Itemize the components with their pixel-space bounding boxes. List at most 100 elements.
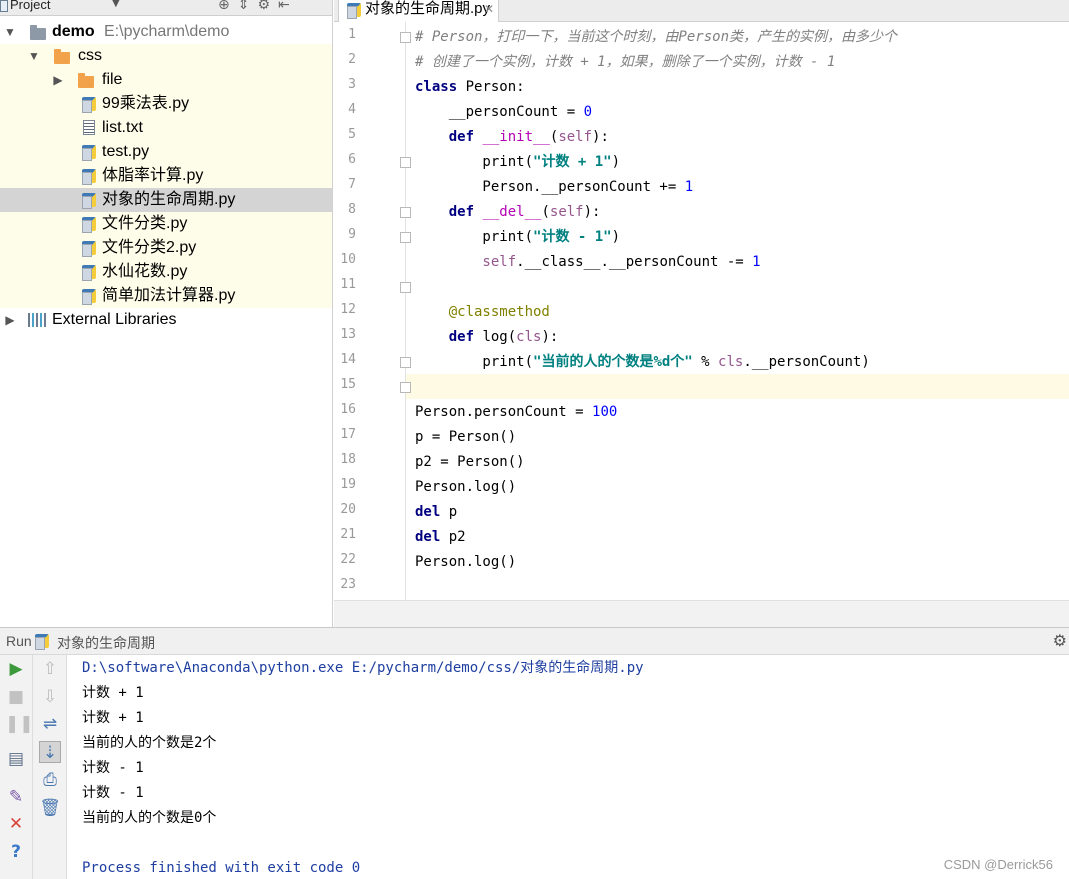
help-icon[interactable]: ? bbox=[5, 841, 27, 863]
run-toolbar-left: ▶ ■ ❚❚ ▤ ✎ ✕ ? bbox=[0, 655, 34, 879]
code-text: p2 bbox=[440, 529, 466, 545]
code-line-21: del p2 bbox=[415, 525, 466, 550]
project-icon bbox=[0, 0, 8, 12]
tree-item-file-py[interactable]: 体脂率计算.py bbox=[0, 164, 332, 188]
line-number: 18 bbox=[340, 452, 356, 467]
run-config-name[interactable]: 对象的生命周期 bbox=[57, 633, 155, 653]
number: 0 bbox=[583, 104, 593, 120]
code-text: % bbox=[692, 354, 719, 370]
close-icon[interactable]: ✕ bbox=[484, 0, 494, 18]
chevron-down-icon[interactable]: ▼ bbox=[28, 44, 40, 68]
code-text: p = Person() bbox=[415, 429, 517, 445]
print-icon[interactable]: ⎙ bbox=[39, 769, 61, 791]
code-text: ( bbox=[541, 204, 550, 220]
console-output[interactable]: D:\software\Anaconda\python.exe E:/pycha… bbox=[67, 655, 1069, 879]
hide-icon[interactable]: ⇤ bbox=[278, 0, 298, 13]
code-text: .__class__.__personCount -= bbox=[516, 254, 753, 270]
console-line: Process finished with exit code 0 bbox=[82, 860, 361, 876]
tree-item-label: 文件分类.py bbox=[102, 215, 188, 232]
tree-item-file-py[interactable]: 简单加法计算器.py bbox=[0, 284, 332, 308]
project-header-label[interactable]: Project bbox=[10, 0, 50, 12]
line-number: 23 bbox=[340, 577, 356, 592]
code-area[interactable]: # Person，打印一下，当前这个时刻，由Person类，产生的实例，由多少个… bbox=[407, 22, 1069, 600]
code-line-7: Person.__personCount += 1 bbox=[415, 175, 693, 200]
line-number: 21 bbox=[340, 527, 356, 542]
tree-item-label: test.py bbox=[102, 143, 150, 160]
line-number: 16 bbox=[340, 402, 356, 417]
code-text: ): bbox=[592, 129, 609, 145]
tree-item-file-py[interactable]: test.py bbox=[0, 140, 332, 164]
line-number: 7 bbox=[348, 177, 356, 192]
keyword: class bbox=[415, 79, 458, 95]
editor-tab-bar: 对象的生命周期.py ✕ bbox=[334, 0, 1069, 22]
editor-tab-label: 对象的生命周期.py bbox=[365, 0, 491, 17]
python-file-icon bbox=[82, 241, 96, 257]
library-icon bbox=[28, 313, 46, 327]
trash-icon[interactable]: 🗑 bbox=[39, 797, 61, 819]
tree-item-label: External Libraries bbox=[52, 311, 177, 328]
tree-item-label: 简单加法计算器.py bbox=[102, 287, 236, 304]
code-line-6: print("计数 + 1") bbox=[415, 150, 620, 175]
python-file-icon bbox=[82, 289, 96, 305]
tree-item-file-py[interactable]: 文件分类2.py bbox=[0, 236, 332, 260]
keyword: def bbox=[415, 329, 475, 345]
tree-item-file-txt[interactable]: list.txt bbox=[0, 116, 332, 140]
editor-bottom-strip bbox=[334, 600, 1069, 627]
line-number: 11 bbox=[340, 277, 356, 292]
close-icon[interactable]: ✕ bbox=[5, 813, 27, 835]
line-number: 20 bbox=[340, 502, 356, 517]
editor-tab[interactable]: 对象的生命周期.py ✕ bbox=[338, 0, 500, 22]
tree-item-label: 体脂率计算.py bbox=[102, 167, 204, 184]
code-line-16: Person.personCount = 100 bbox=[415, 400, 617, 425]
run-label[interactable]: Run bbox=[6, 633, 32, 649]
cls-param: cls bbox=[718, 354, 744, 370]
arrow-down-icon[interactable]: ⇩ bbox=[39, 686, 61, 708]
soft-wrap-icon[interactable]: ⇌ bbox=[39, 713, 61, 735]
stop-icon[interactable]: ■ bbox=[5, 686, 27, 708]
number: 1 bbox=[752, 254, 761, 270]
line-number: 22 bbox=[340, 552, 356, 567]
chevron-down-icon[interactable]: ▼ bbox=[4, 20, 16, 44]
code-text: p2 = Person() bbox=[415, 454, 525, 470]
project-toolbar: ⊕⇕⚙⇤ bbox=[218, 0, 298, 13]
locate-icon[interactable]: ⊕ bbox=[218, 0, 238, 13]
chevron-right-icon[interactable]: ▶ bbox=[4, 308, 16, 332]
code-text: ): bbox=[583, 204, 601, 220]
run-icon[interactable]: ▶ bbox=[5, 658, 27, 680]
tree-item-file-py[interactable]: 文件分类.py bbox=[0, 212, 332, 236]
line-number: 9 bbox=[348, 227, 356, 242]
line-gutter: 1 2 3 4 5 6 7 8 9 10 11 12 13 14 15 16 1… bbox=[334, 22, 411, 600]
chevron-right-icon[interactable]: ▶ bbox=[52, 68, 64, 92]
dropdown-arrow-icon[interactable]: ▼ bbox=[112, 0, 120, 9]
line-number: 8 bbox=[348, 202, 356, 217]
gear-icon[interactable]: ⚙ bbox=[257, 0, 278, 13]
tree-item-file-py[interactable]: 水仙花数.py bbox=[0, 260, 332, 284]
number: 1 bbox=[684, 179, 694, 195]
tree-item-file[interactable]: ▶ file bbox=[0, 68, 332, 92]
tree-item-file-py-selected[interactable]: 对象的生命周期.py bbox=[0, 188, 332, 212]
run-panel-header: Run 对象的生命周期 ⚙ bbox=[0, 627, 1069, 655]
tree-item-label: 对象的生命周期.py bbox=[102, 191, 236, 208]
tree-item-css[interactable]: ▼ css bbox=[0, 44, 332, 68]
code-editor: 对象的生命周期.py ✕ 1 2 3 4 5 6 7 8 9 10 11 12 … bbox=[334, 0, 1069, 627]
code-text: __personCount = bbox=[415, 104, 584, 120]
gear-icon[interactable]: ⚙ bbox=[1053, 631, 1067, 651]
scroll-to-end-icon[interactable]: ⇣ bbox=[39, 741, 61, 763]
code-text: p bbox=[440, 504, 458, 520]
tree-item-label: 99乘法表.py bbox=[102, 95, 190, 112]
pin-icon[interactable]: ✎ bbox=[5, 786, 27, 808]
layout-icon[interactable]: ▤ bbox=[5, 748, 27, 770]
line-number: 12 bbox=[340, 302, 356, 317]
arrow-up-icon[interactable]: ⇧ bbox=[39, 658, 61, 680]
run-toolbar-right: ⇧ ⇩ ⇌ ⇣ ⎙ 🗑 bbox=[33, 655, 67, 879]
collapse-icon[interactable]: ⇕ bbox=[238, 0, 258, 13]
pause-icon[interactable]: ❚❚ bbox=[5, 713, 34, 735]
tree-item-external-libraries[interactable]: ▶ External Libraries bbox=[0, 308, 332, 332]
python-file-icon bbox=[82, 193, 96, 209]
tree-item-file-py[interactable]: 99乘法表.py bbox=[0, 92, 332, 116]
line-number: 13 bbox=[340, 327, 356, 342]
python-file-icon bbox=[82, 217, 96, 233]
folder-icon bbox=[30, 25, 46, 40]
tree-item-label: css bbox=[78, 47, 102, 64]
tree-root-demo[interactable]: ▼ demo E:\pycharm\demo bbox=[0, 20, 332, 44]
